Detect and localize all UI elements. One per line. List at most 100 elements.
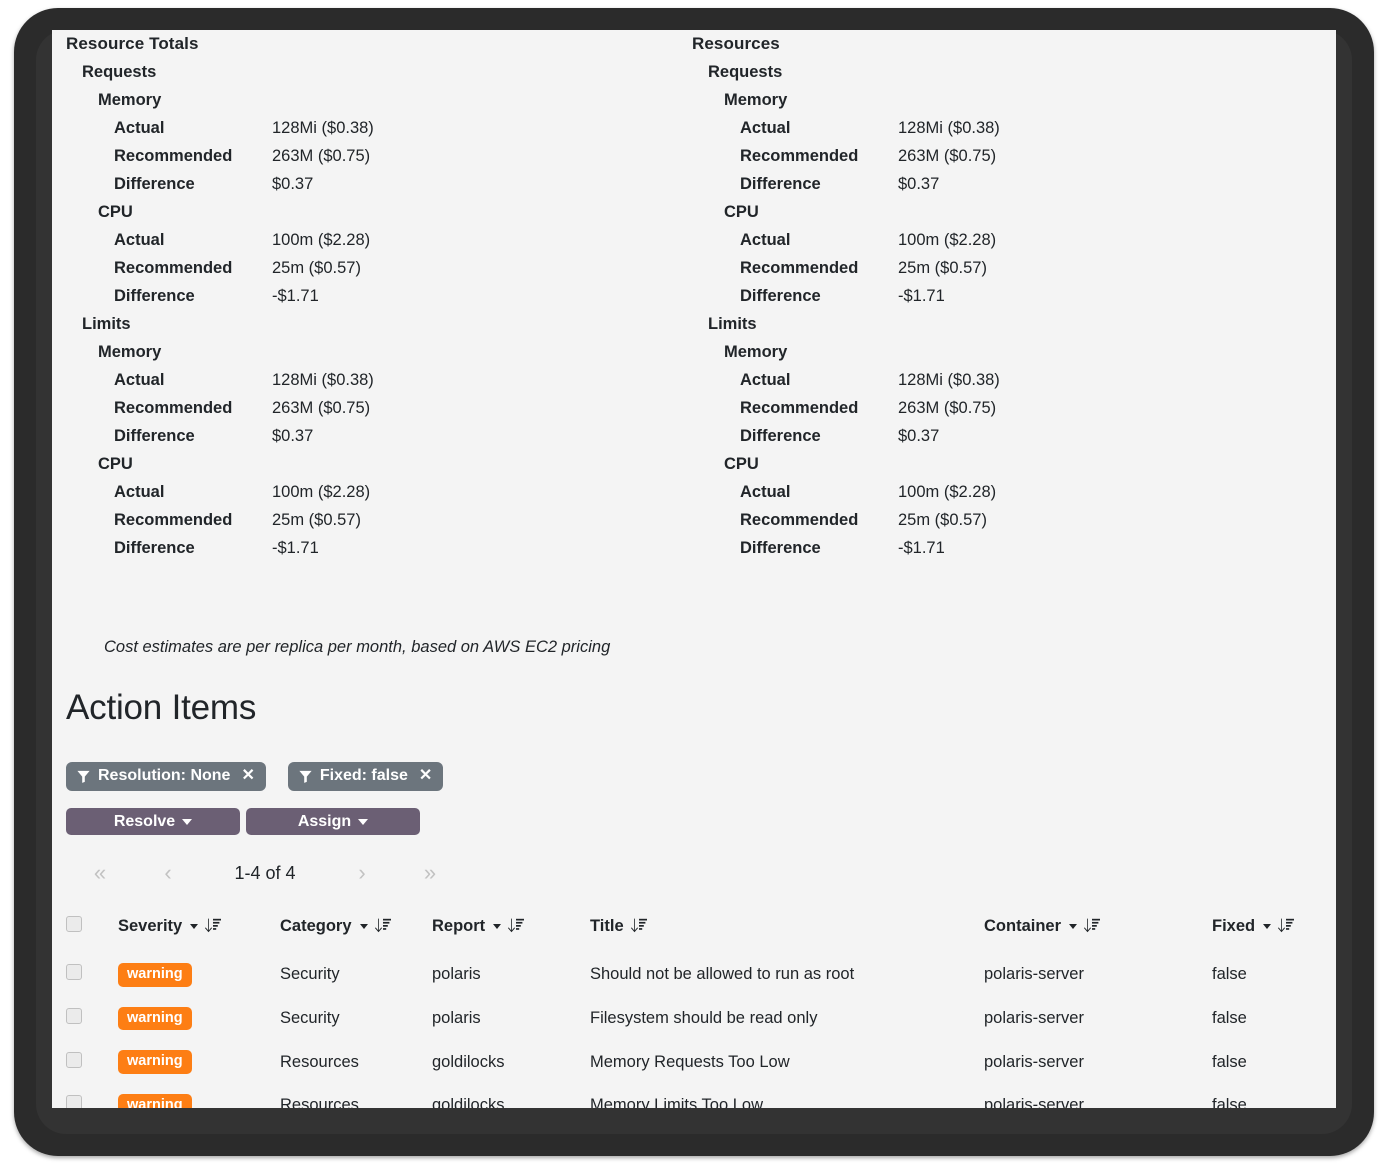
resolve-button[interactable]: Resolve [66,808,240,835]
filter-chip[interactable]: Fixed: false ✕ [287,762,444,791]
select-all-checkbox[interactable] [66,916,82,932]
resource-row: Difference -$1.71 [66,534,666,562]
resource-group-memory: Memory [724,343,788,361]
resource-row-label: Difference [114,287,195,305]
chevron-down-icon[interactable] [359,924,368,929]
fixed-cell: false [1212,1009,1247,1027]
resource-row: Recommended 263M ($0.75) [66,142,666,170]
resource-sections-left: Requests Memory Actual 128Mi ($0.38) Recomme… [66,58,666,562]
pagination-first-button[interactable]: « [66,858,134,888]
filter-icon [299,770,312,783]
assign-button[interactable]: Assign [246,808,420,835]
resource-row: Difference $0.37 [692,422,1292,450]
row-select-cell [66,997,118,1041]
severity-cell: warning [118,953,280,997]
chevron-down-icon [358,818,369,825]
column-header-severity[interactable]: Severity [118,910,280,953]
resource-row: Actual 128Mi ($0.38) [66,366,666,394]
row-select-cell [66,1040,118,1084]
table-row[interactable]: warning Resources goldilocks Memory Limits … [66,1084,1322,1108]
fixed-cell: false [1212,965,1247,984]
filter-icon [77,770,90,783]
resource-row: Recommended 25m ($0.57) [692,506,1292,534]
category-cell: Resources [280,1096,359,1108]
column-header-label: Fixed [1212,917,1256,935]
row-select-cell [66,953,118,997]
resource-row-label: Recommended [740,259,859,277]
row-checkbox[interactable] [66,964,82,981]
resource-row-label: Difference [740,175,821,193]
table-row[interactable]: warning Security polaris Filesystem should … [66,997,1322,1041]
row-checkbox[interactable] [66,1051,82,1068]
column-header-container[interactable]: Container [984,910,1212,953]
resource-row-value: -$1.71 [898,539,945,557]
resource-row-label: Actual [114,231,165,249]
column-header-label: Container [984,917,1062,935]
resource-row-value: 263M ($0.75) [272,147,371,165]
sort-descending-icon[interactable] [1084,918,1101,935]
chevron-down-icon[interactable] [190,924,199,929]
pagination-prev-button[interactable]: ‹ [134,858,202,888]
row-checkbox[interactable] [66,1008,82,1024]
resource-row-label: Recommended [114,399,233,417]
resource-row-value: 25m ($0.57) [898,511,987,529]
table-row[interactable]: warning Resources goldilocks Memory Request… [66,1040,1322,1084]
resource-row: Actual 100m ($2.28) [692,226,1292,254]
title-cell: Filesystem should be read only [590,1009,818,1027]
chevron-down-icon[interactable] [1069,924,1078,929]
container-cell: polaris-server [984,1096,1084,1108]
table-row[interactable]: warning Security polaris Should not be allo… [66,953,1322,997]
resource-section-limits: Limits [708,315,757,333]
select-all-header [66,910,118,953]
resource-row: Recommended 263M ($0.75) [692,394,1292,422]
fixed-cell: false [1212,1052,1247,1071]
report-cell: goldilocks [432,1052,505,1071]
column-header-title[interactable]: Title [590,910,984,953]
column-header-fixed[interactable]: Fixed [1212,910,1322,953]
filter-chip[interactable]: Resolution: None ✕ [66,762,266,791]
pagination-next-button[interactable]: › [328,858,396,888]
sort-descending-icon[interactable] [630,918,647,935]
filter-chip-list: Resolution: None ✕ Fixed: false ✕ [66,762,444,791]
resource-row-label: Actual [740,371,791,389]
resource-row-label: Recommended [740,147,859,165]
container-cell: polaris-server [984,965,1084,984]
resource-row-value: 263M ($0.75) [898,399,997,417]
resource-row: Recommended 25m ($0.57) [66,254,666,282]
close-icon[interactable]: ✕ [419,768,432,784]
chevron-down-icon[interactable] [1263,924,1272,929]
filter-chip-label: Resolution: None [98,767,231,784]
category-cell: Security [280,1009,340,1027]
sort-descending-icon[interactable] [205,918,222,935]
pagination-last-button[interactable]: » [396,858,464,888]
close-icon[interactable]: ✕ [241,768,254,784]
fixed-cell: false [1212,1096,1247,1108]
resource-row-label: Difference [740,427,821,445]
resource-section-limits: Limits [82,315,131,333]
column-header-report[interactable]: Report [432,910,590,953]
sort-descending-icon[interactable] [1278,918,1295,935]
chevron-down-icon[interactable] [493,924,502,929]
resource-row-label: Actual [740,483,791,501]
column-header-label: Title [590,917,624,935]
sort-descending-icon[interactable] [508,918,525,935]
resource-row: Actual 100m ($2.28) [692,478,1292,506]
resource-row-value: $0.37 [272,427,314,445]
resource-row-label: Actual [114,371,165,389]
assign-button-label: Assign [297,812,352,830]
severity-cell: warning [118,1040,280,1084]
resource-row-label: Actual [740,119,791,137]
resource-row-label: Actual [740,231,791,249]
table-body: warning Security polaris Should not be allo… [66,953,1322,1108]
resource-row-label: Difference [114,175,195,193]
column-header-category[interactable]: Category [280,910,432,953]
resource-group-memory: Memory [98,343,162,361]
device-bezel: Resource Totals Requests Memory Actual 128M… [14,8,1374,1156]
row-checkbox[interactable] [66,1095,82,1108]
sort-descending-icon[interactable] [374,918,391,935]
pagination-controls: « ‹ 1-4 of 4 › » [66,858,464,888]
resource-row: Difference -$1.71 [692,534,1292,562]
container-cell: polaris-server [984,1009,1084,1027]
title-cell: Should not be allowed to run as root [590,965,855,984]
resource-group-cpu: CPU [724,203,759,221]
